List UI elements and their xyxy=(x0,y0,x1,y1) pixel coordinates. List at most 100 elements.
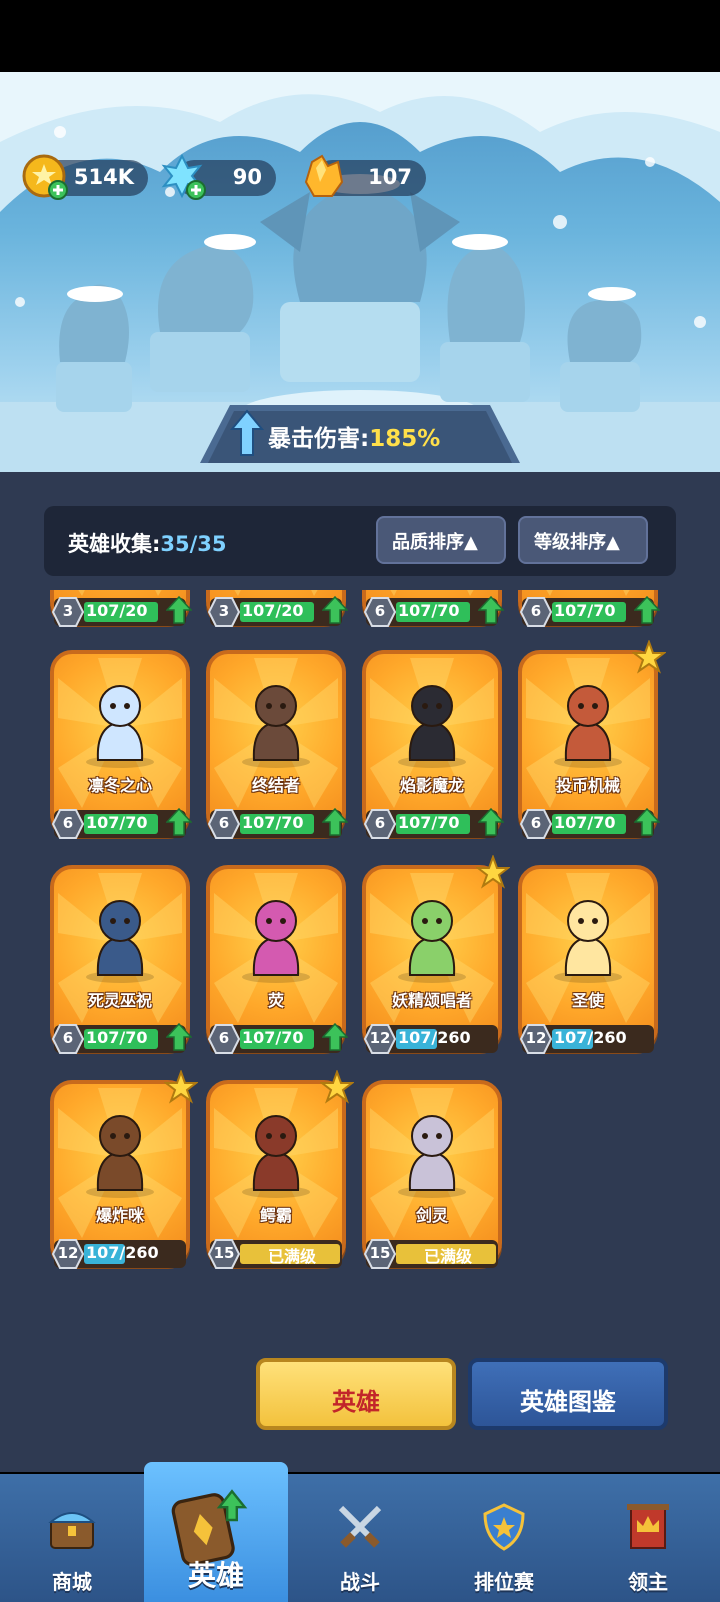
hero-card[interactable]: 荧 6 107/70 xyxy=(206,865,348,1065)
hero-portrait xyxy=(86,900,154,983)
hero-level: 6 xyxy=(374,814,386,832)
crystal-counter[interactable]: 90 xyxy=(161,153,276,200)
hero-name: 剑灵 xyxy=(415,1206,448,1225)
hero-level: 6 xyxy=(374,602,386,620)
gem-counter[interactable]: 107 xyxy=(304,154,426,197)
hero-card-partial[interactable]: 3 107/20 xyxy=(50,590,192,638)
upgrade-arrow-icon xyxy=(322,808,348,836)
crystal-amount: 90 xyxy=(232,165,262,189)
hero-portrait xyxy=(242,1115,310,1198)
level-progress-bar: 6 107/70 xyxy=(364,596,504,627)
upgrade-arrow-icon xyxy=(634,808,660,836)
hero-level: 6 xyxy=(530,814,542,832)
hero-level: 15 xyxy=(213,1244,235,1262)
upgrade-arrow-icon xyxy=(478,596,504,624)
crit-damage-text: 暴击伤害:185% xyxy=(268,419,440,453)
hero-card-partial[interactable]: 6 107/70 xyxy=(518,590,660,638)
gold-coin-plus-icon xyxy=(22,154,68,200)
level-progress-bar: 6 107/70 xyxy=(52,1023,192,1054)
hero-portrait xyxy=(398,685,466,768)
hero-card-partial[interactable]: 3 107/20 xyxy=(206,590,348,638)
nav-lord[interactable]: 领主 xyxy=(576,1474,720,1602)
hero-shards: 已满级 xyxy=(267,1247,316,1266)
nav-battle[interactable]: 战斗 xyxy=(288,1474,432,1602)
card-sunburst xyxy=(78,590,162,596)
level-progress-bar: 6 107/70 xyxy=(520,596,660,627)
level-progress-bar: 6 107/70 xyxy=(208,1023,348,1054)
nav-shop[interactable]: 商城 xyxy=(0,1474,144,1602)
sort-by-quality-button[interactable]: 品质排序▲ xyxy=(376,516,506,564)
hero-portrait xyxy=(86,685,154,768)
hero-card[interactable]: 投币机械 6 107/70 xyxy=(518,640,666,850)
hero-name: 终结者 xyxy=(251,776,300,795)
hero-portrait xyxy=(242,900,310,983)
level-progress-bar: 15 已满级 xyxy=(364,1239,498,1269)
hero-shards: 已满级 xyxy=(423,1247,472,1266)
star-badge-icon xyxy=(632,640,666,674)
hero-card[interactable]: 焰影魔龙 6 107/70 xyxy=(362,650,504,850)
level-progress-bar: 6 107/70 xyxy=(208,808,348,839)
hero-name: 凛冬之心 xyxy=(87,776,152,795)
hero-level: 3 xyxy=(218,602,230,620)
coin-counter[interactable]: 514K xyxy=(22,154,148,200)
ice-crystal-plus-icon xyxy=(161,153,206,200)
nav-lord-label: 领主 xyxy=(628,1570,668,1594)
level-progress-bar: 3 107/20 xyxy=(52,596,192,627)
bottom-nav: 商城 英雄 战斗 排位赛 领主 xyxy=(0,1462,720,1602)
hero-name: 焰影魔龙 xyxy=(399,776,464,795)
hero-codex-button[interactable]: 英雄图鉴 xyxy=(468,1358,668,1430)
nav-battle-label: 战斗 xyxy=(340,1570,380,1594)
hero-portrait xyxy=(242,685,310,768)
hero-name: 圣使 xyxy=(571,991,604,1010)
level-progress-bar: 12 107/260 xyxy=(520,1024,654,1054)
level-progress-bar: 12 107/260 xyxy=(52,1239,186,1269)
upgrade-arrow-icon xyxy=(634,596,660,624)
upgrade-arrow-icon xyxy=(166,1023,192,1051)
upgrade-arrow-icon xyxy=(322,1023,348,1051)
hero-level: 6 xyxy=(218,1029,230,1047)
hero-card[interactable]: 死灵巫祝 6 107/70 xyxy=(50,865,192,1065)
hero-name: 鳄霸 xyxy=(259,1206,292,1225)
hero-card[interactable]: 爆炸咪 12 107/260 xyxy=(50,1070,198,1280)
sort-by-level-button[interactable]: 等级排序▲ xyxy=(518,516,648,564)
hero-level: 6 xyxy=(218,814,230,832)
hero-card[interactable]: 剑灵 15 已满级 xyxy=(362,1080,502,1280)
upgrade-arrow-icon xyxy=(478,808,504,836)
crossed-swords-icon xyxy=(338,1505,382,1548)
crit-damage-banner: 暴击伤害:185% xyxy=(200,405,520,463)
nav-ranked-label: 排位赛 xyxy=(474,1570,534,1594)
card-sunburst xyxy=(390,590,474,596)
up-arrow-icon xyxy=(230,409,264,456)
level-progress-bar: 15 已满级 xyxy=(208,1239,342,1269)
status-bar xyxy=(0,0,720,72)
hero-card[interactable]: 圣使 12 107/260 xyxy=(518,865,658,1065)
hero-level: 12 xyxy=(57,1244,79,1262)
hero-card[interactable]: 凛冬之心 6 107/70 xyxy=(50,650,192,850)
heroes-tab-button[interactable]: 英雄 xyxy=(256,1358,456,1430)
hero-portrait xyxy=(86,1115,154,1198)
hero-card[interactable]: 妖精颂唱者 12 107/260 xyxy=(362,855,510,1065)
hero-name: 投币机械 xyxy=(555,776,620,795)
hero-shards: 107/260 xyxy=(554,1028,627,1047)
hero-level: 6 xyxy=(530,602,542,620)
star-badge-icon xyxy=(476,855,510,889)
hero-portrait xyxy=(398,900,466,983)
crown-banner-icon xyxy=(627,1504,669,1549)
level-progress-bar: 6 107/70 xyxy=(520,808,660,839)
collection-title: 英雄收集:35/35 xyxy=(68,528,227,558)
hero-level: 12 xyxy=(525,1029,547,1047)
hero-level: 12 xyxy=(369,1029,391,1047)
hero-level: 3 xyxy=(62,602,74,620)
level-progress-bar: 12 107/260 xyxy=(364,1024,498,1054)
hero-card[interactable]: 终结者 6 107/70 xyxy=(206,650,348,850)
nav-ranked[interactable]: 排位赛 xyxy=(432,1474,576,1602)
hero-card-partial[interactable]: 6 107/70 xyxy=(362,590,504,638)
hero-level: 15 xyxy=(369,1244,391,1262)
hero-shards: 107/260 xyxy=(398,1028,471,1047)
hero-card[interactable]: 鳄霸 15 已满级 xyxy=(206,1070,354,1280)
nav-heroes[interactable]: 英雄 xyxy=(144,1462,288,1602)
hero-name: 爆炸咪 xyxy=(95,1206,144,1225)
hero-level: 6 xyxy=(62,1029,74,1047)
hero-grid: 3 107/20 3 107/20 6 107/70 6 107/70 凛冬之心 6 107/70 终… xyxy=(0,590,720,1310)
hero-portrait xyxy=(554,685,622,768)
